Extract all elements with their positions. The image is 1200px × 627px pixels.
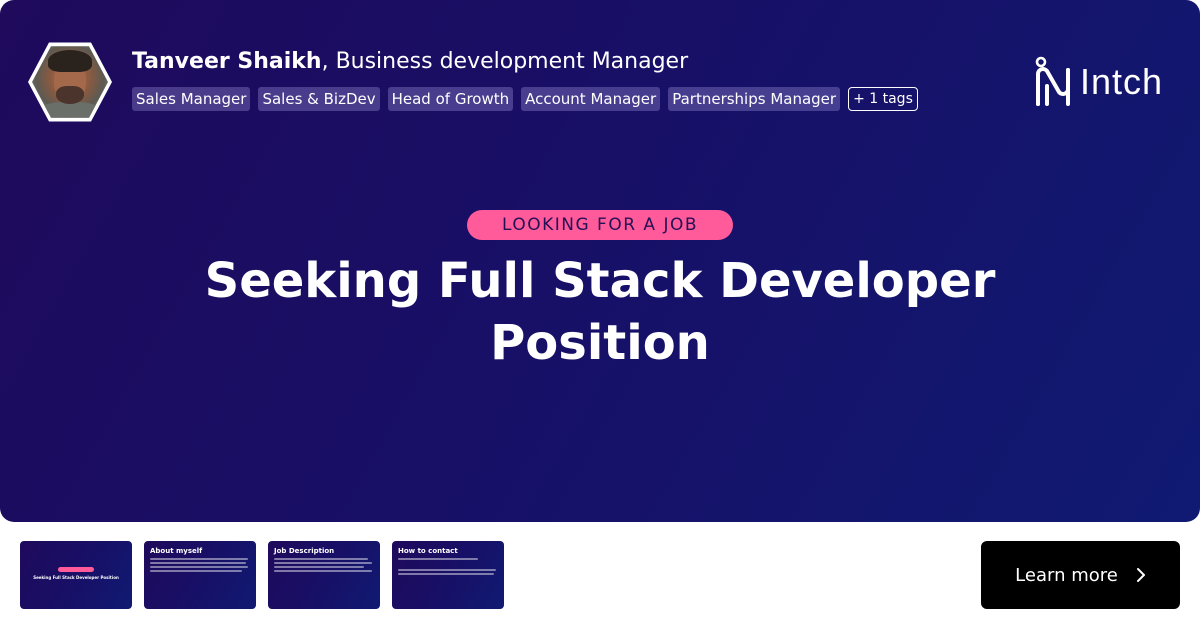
thumb-title: How to contact (398, 547, 458, 555)
slide-thumbnails: Seeking Full Stack Developer Position Ab… (20, 541, 504, 609)
post-title: Seeking Full Stack Developer Position (204, 253, 996, 371)
tag-item: Partnerships Manager (668, 87, 841, 111)
learn-more-button[interactable]: Learn more (981, 541, 1180, 609)
learn-more-label: Learn more (1015, 564, 1118, 586)
thumb-title: Seeking Full Stack Developer Position (33, 575, 119, 580)
more-tags-badge[interactable]: + 1 tags (848, 87, 918, 111)
profile-name[interactable]: Tanveer Shaikh (132, 49, 322, 74)
tag-item: Account Manager (521, 87, 661, 111)
profile-role: Business development Manager (335, 49, 689, 74)
post-hero: Tanveer Shaikh, Business development Man… (0, 0, 1200, 522)
logo-text: Intch (1080, 61, 1164, 102)
chevron-right-icon (1136, 568, 1145, 582)
brand-logo[interactable]: Intch (1034, 56, 1163, 108)
slide-thumbnail[interactable]: Seeking Full Stack Developer Position (20, 541, 132, 609)
intch-logo-icon (1035, 56, 1070, 106)
profile-separator: , (321, 49, 336, 74)
thumb-badge (58, 567, 94, 572)
slide-thumbnail[interactable]: How to contact (392, 541, 504, 609)
tag-item: Sales Manager (132, 87, 251, 111)
thumb-title: About myself (150, 547, 203, 555)
status-badge: LOOKING FOR A JOB (467, 210, 733, 240)
slide-thumbnail[interactable]: About myself (144, 541, 256, 609)
avatar[interactable] (28, 42, 112, 122)
avatar-photo (32, 46, 108, 118)
tag-item: Head of Growth (387, 87, 514, 111)
profile-headline: Tanveer Shaikh, Business development Man… (132, 48, 688, 78)
profile-tags: Sales Manager Sales & BizDev Head of Gro… (132, 87, 918, 111)
tag-item: Sales & BizDev (258, 87, 380, 111)
slide-thumbnail[interactable]: Job Description (268, 541, 380, 609)
thumb-title: Job Description (274, 547, 335, 555)
